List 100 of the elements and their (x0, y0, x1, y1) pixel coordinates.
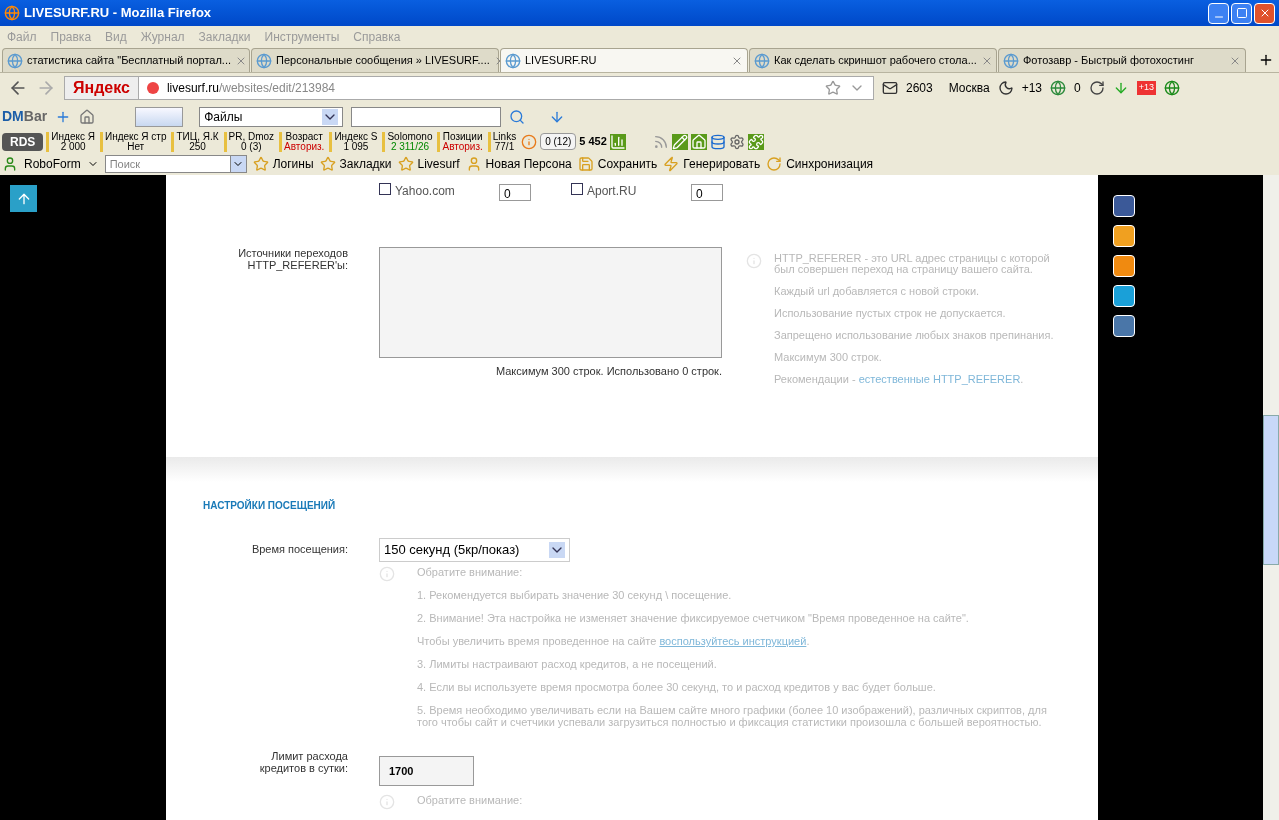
toolbar-button[interactable] (135, 106, 184, 127)
tab-icon (1003, 52, 1019, 69)
metric-label: Позиции (442, 131, 483, 142)
score: 5 452 (579, 134, 607, 150)
close-button[interactable] (1254, 2, 1275, 24)
site-icon (146, 82, 159, 94)
tab-label: Фотозавр - Быстрый фотохостинг (1023, 53, 1195, 69)
note-text: Обратите внимание: (417, 566, 524, 578)
note-text: 3. Лимиты настраивают расход кредитов, а не посещений. (417, 658, 718, 670)
engine-input[interactable]: 0 (499, 184, 531, 201)
toolbar-item[interactable]: Закладки (339, 155, 392, 173)
field-label: Лимит расхода кредитов в сутки: (258, 750, 348, 776)
mail-count: 2603 (906, 80, 933, 97)
maximize-icon[interactable] (1235, 7, 1248, 19)
engine-label: Aport.RU (587, 183, 638, 200)
info-icon (746, 253, 762, 269)
rss-icon[interactable] (652, 133, 669, 150)
metric-value: 2 000 (60, 141, 86, 152)
referer-textarea[interactable] (379, 247, 722, 358)
toolbar-item-icon (397, 156, 414, 172)
social-share-icon[interactable] (1113, 195, 1135, 217)
browser-tab[interactable]: Как сделать скриншот рабочего стола... (749, 48, 997, 72)
maximize-button[interactable] (1231, 2, 1252, 24)
metric-label: Возраст (285, 131, 323, 142)
social-share-icon[interactable] (1113, 225, 1135, 247)
note-text: Чтобы увеличить время проведенное на сайте воспользуйтесь инструкцией. (417, 635, 811, 647)
database-icon[interactable] (709, 133, 726, 150)
info-icon[interactable] (521, 133, 538, 150)
note-text: Обратите внимание: (417, 794, 523, 808)
toolbar-item[interactable]: Генерировать (683, 155, 761, 173)
metric-label: PR, Dmoz (228, 131, 275, 142)
rds-logo[interactable]: RDS (2, 132, 44, 151)
minimize-button[interactable] (1208, 2, 1229, 24)
home-icon[interactable] (690, 133, 707, 150)
checkbox[interactable] (379, 183, 391, 195)
field-label: Источники переходов HTTP_REFERER'ы: (237, 247, 348, 273)
roboform-icon[interactable] (2, 156, 18, 172)
limit-input[interactable]: 1700 (379, 756, 474, 786)
reload-icon[interactable] (1088, 80, 1105, 96)
browser-tab[interactable]: LIVESURF.RU (500, 48, 748, 72)
info-icon (379, 794, 395, 810)
toolbar-item-icon (663, 156, 680, 172)
home-icon[interactable] (79, 108, 96, 125)
roboform-button[interactable]: RoboForm (24, 155, 81, 173)
browser-tab[interactable]: Фотозавр - Быстрый фотохостинг (998, 48, 1246, 72)
toolbar-item-icon (577, 156, 594, 172)
social-share-icon[interactable] (1113, 285, 1135, 307)
roboform-search-field[interactable]: Поиск (104, 155, 231, 173)
globe-icon[interactable] (1164, 80, 1180, 96)
tab-label: Персональные сообщения » LIVESURF.... (276, 53, 490, 69)
puzzle-icon[interactable] (747, 133, 764, 150)
toolbar-item[interactable]: Логины (272, 155, 314, 173)
settings-icon[interactable] (728, 133, 745, 150)
toolbar-item[interactable]: Синхронизация (786, 155, 874, 173)
url-text: livesurf.ru/websites/edit/213984 (166, 80, 336, 97)
notification-badge[interactable]: +13 (1136, 81, 1156, 95)
globe-icon[interactable] (1050, 80, 1067, 96)
tab-label: LIVESURF.RU (525, 53, 597, 69)
tab-icon (505, 52, 521, 69)
address-bar[interactable]: Яндекс livesurf.ru/websites/edit/213984 (64, 76, 874, 100)
browser-tab[interactable]: Персональные сообщения » LIVESURF.... (251, 48, 499, 72)
metric-value: 2 311/26 (390, 141, 430, 152)
tab-label: статистика сайта "Бесплатный портал... (27, 53, 231, 69)
toolbar-item[interactable]: Сохранить (597, 155, 658, 173)
gplus-counter[interactable]: 0 (12) (540, 133, 577, 150)
metric-label: Индекс S (334, 131, 378, 142)
window-title: LIVESURF.RU - Mozilla Firefox (24, 4, 212, 23)
help-text: Запрещено использование любых знаков препинания. (774, 330, 1055, 341)
browser-tab[interactable]: статистика сайта "Бесплатный портал... (2, 48, 250, 72)
help-text: Рекомендации - естественные HTTP_REFERER. (774, 374, 1025, 385)
files-select[interactable]: Файлы (199, 106, 344, 127)
visit-time-select[interactable]: 150 секунд (5кр/показ) (379, 538, 570, 562)
city-name: Москва (948, 80, 990, 97)
tab-icon (7, 52, 23, 69)
dropdown-icon[interactable] (549, 542, 565, 558)
toolbar-item[interactable]: Livesurf (417, 155, 460, 173)
moon-icon[interactable] (997, 80, 1014, 96)
note-text: 2. Внимание! Эта настройка не изменяет значение фиксируемое счетчиком "Время проведенное на сайте". (417, 612, 970, 624)
scrollbar[interactable] (1263, 175, 1279, 820)
chart-icon[interactable] (609, 133, 626, 150)
dropdown-icon[interactable] (322, 108, 339, 125)
mail-icon[interactable] (882, 80, 898, 96)
engine-label: Yahoo.com (395, 183, 456, 200)
search-icon[interactable] (509, 108, 526, 125)
social-share-icon[interactable] (1113, 255, 1135, 277)
bookmark-star-icon[interactable] (825, 80, 841, 96)
checkbox[interactable] (571, 183, 583, 195)
metric-value: Авториз. (442, 141, 483, 152)
toolbar-item[interactable]: Новая Персона (485, 155, 572, 173)
section-title: НАСТРОЙКИ ПОСЕЩЕНИЙ (203, 498, 337, 513)
scroll-top-button[interactable] (10, 185, 37, 212)
toolbar-item-icon (252, 156, 269, 172)
search-input[interactable] (351, 106, 502, 127)
pencil-icon[interactable] (671, 133, 688, 150)
field-label: Время посещения: (250, 542, 348, 557)
metric-value: Нет (127, 141, 145, 152)
metric-value: 250 (189, 141, 206, 152)
social-share-icon[interactable] (1113, 315, 1135, 337)
tab-icon (754, 52, 770, 69)
engine-input[interactable]: 0 (691, 184, 723, 201)
